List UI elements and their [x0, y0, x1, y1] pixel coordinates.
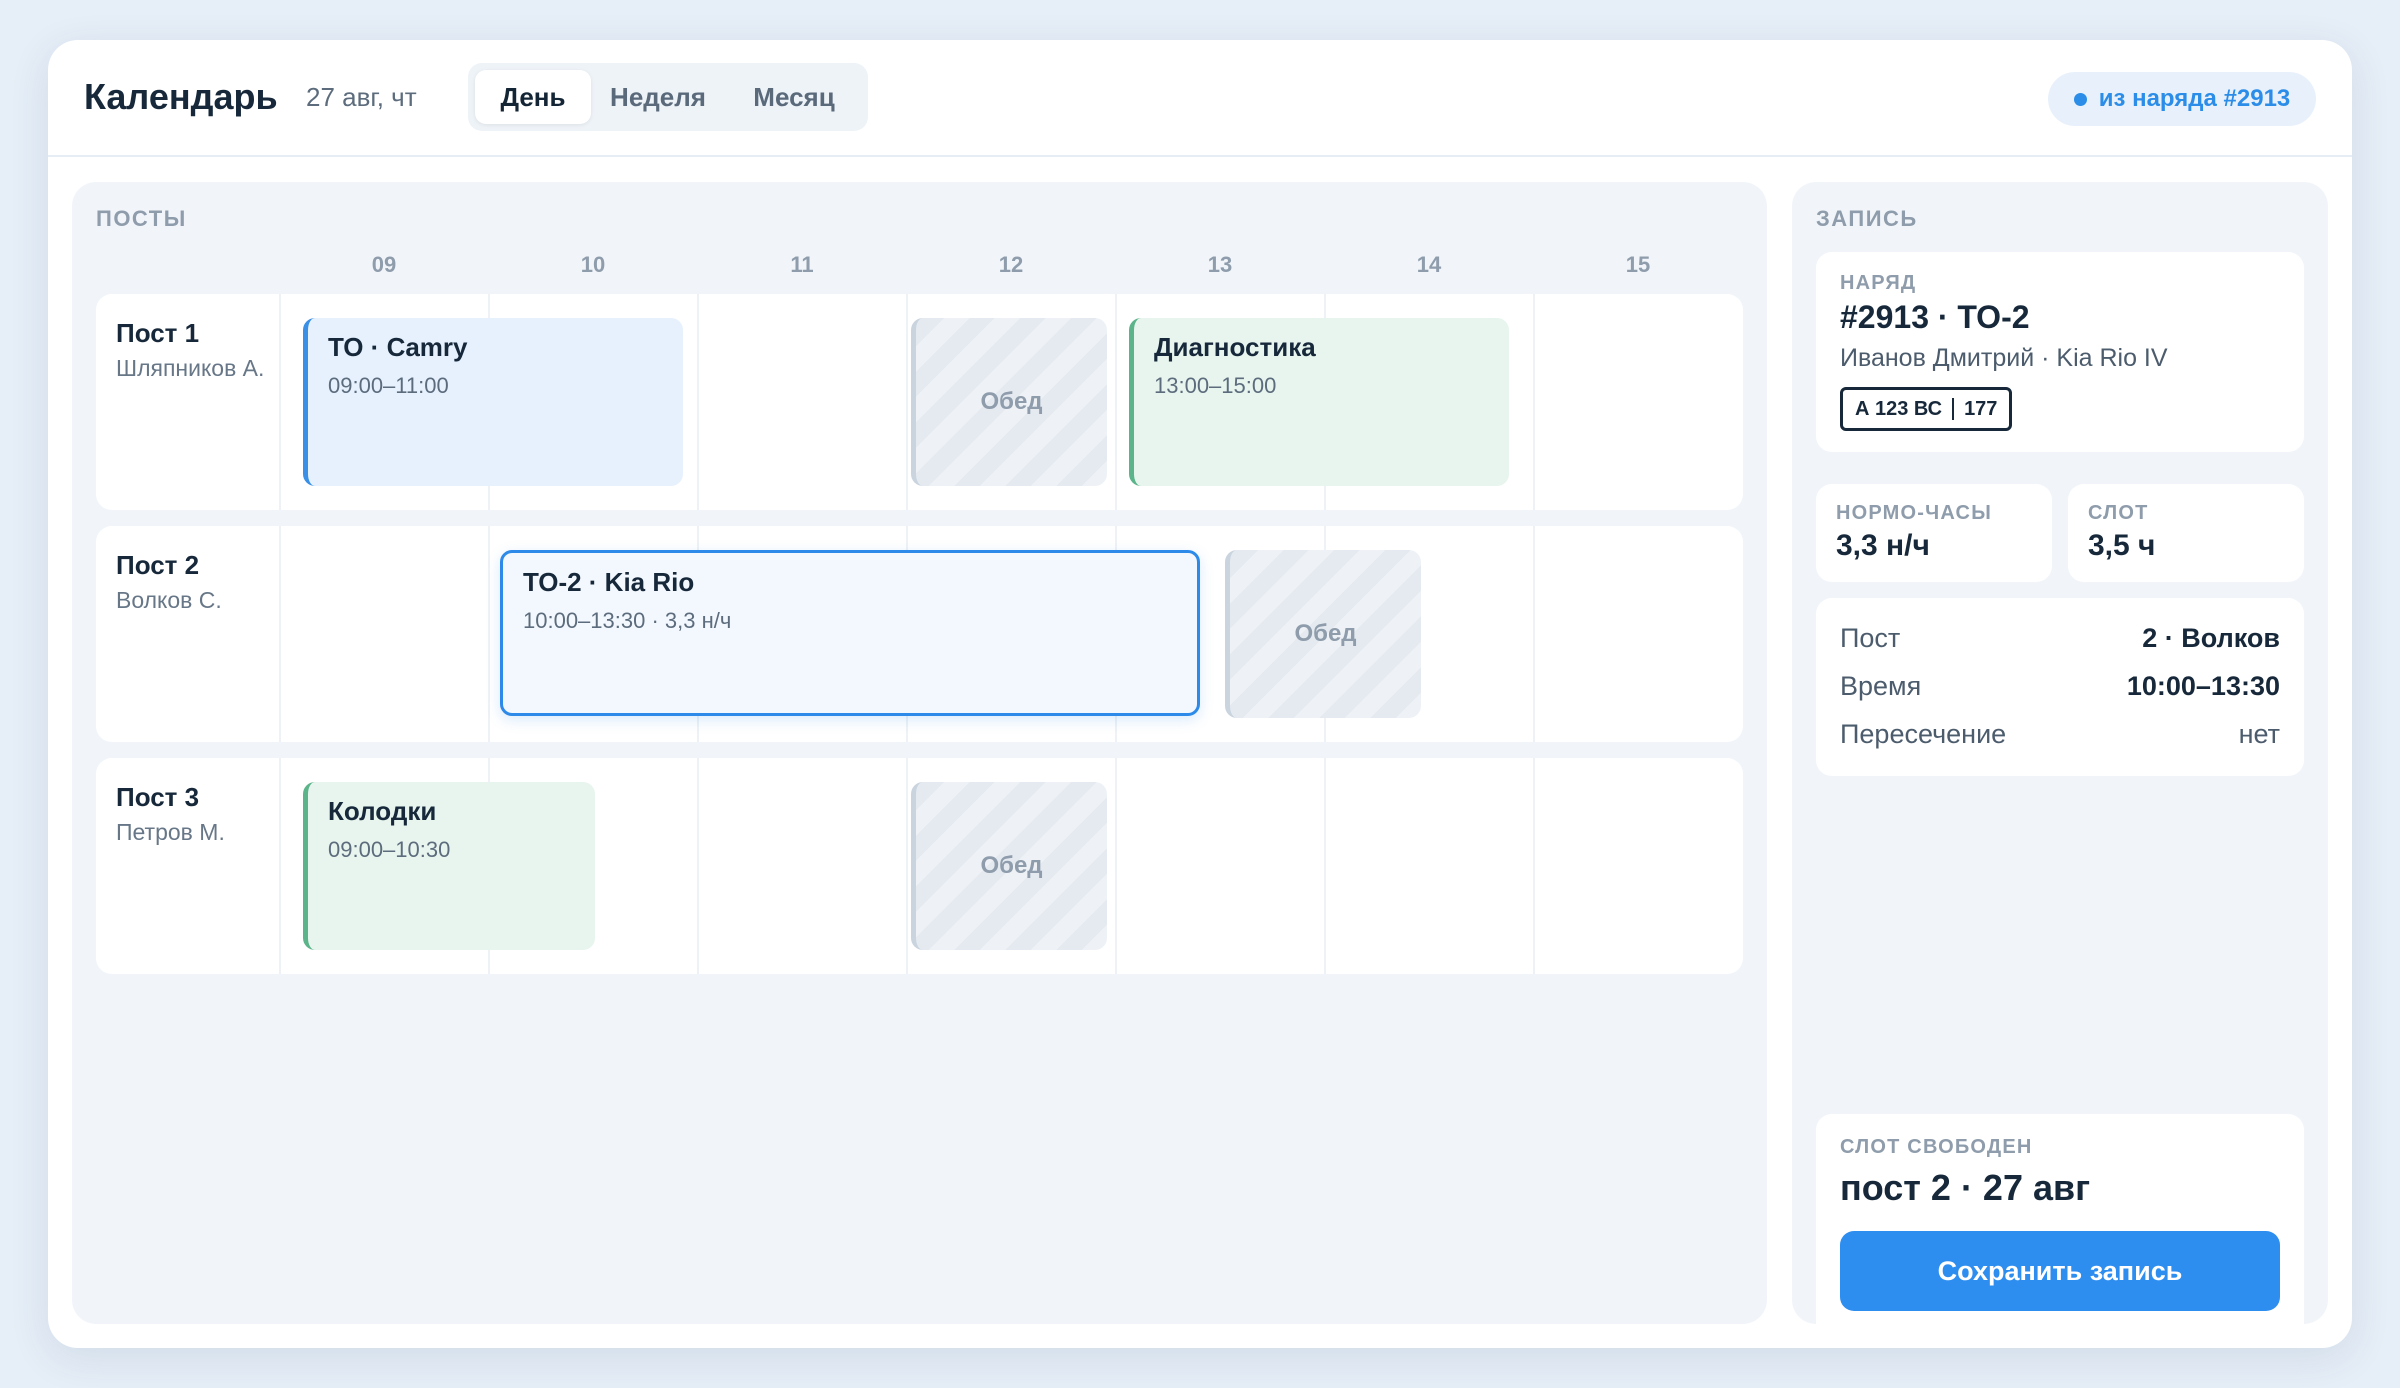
slot-status-title: пост 2 · 27 авг: [1840, 1167, 2091, 1208]
event-time: 09:00–11:00: [328, 373, 449, 398]
order-card: НАРЯД #2913 · ТО-2 Иванов Дмитрий · Kia …: [1816, 252, 2304, 452]
hour-label: 14: [1416, 252, 1442, 277]
lunch-block: Обед: [1225, 550, 1421, 718]
page-title: Календарь: [84, 76, 278, 117]
schedule-panel: ПОСТЫ 09 10 11 12 13 14 15 Пост 1 Шляпни…: [72, 182, 1767, 1324]
save-record-button[interactable]: Сохранить запись: [1840, 1231, 2280, 1311]
grid-line: [279, 526, 281, 742]
post-row-3: Пост 3 Петров М. Колодки 09:00–10:30 Обе…: [96, 758, 1743, 974]
top-bar: Календарь 27 авг, чт День Неделя Месяц и…: [48, 40, 2352, 157]
event-title: ТО-2 · Kia Rio: [523, 567, 695, 597]
details-card: Пост 2 · Волков Время 10:00–13:30 Пересе…: [1816, 598, 2304, 776]
norm-hours-label: НОРМО-ЧАСЫ: [1836, 502, 1992, 524]
grid-line: [279, 758, 281, 974]
hour-label: 10: [580, 252, 606, 277]
post-name: Пост 1: [116, 318, 200, 348]
slot-card: СЛОТ 3,5 ч: [2068, 484, 2304, 582]
plate-number: А 123 ВС: [1855, 397, 1943, 420]
plate-region: 177: [1964, 397, 1998, 420]
grid-line: [279, 294, 281, 510]
selected-event-card[interactable]: ТО-2 · Kia Rio 10:00–13:30 · 3,3 н/ч: [500, 550, 1200, 716]
tab-day[interactable]: День: [475, 70, 591, 124]
lunch-block: Обед: [911, 318, 1107, 486]
grid-line: [1115, 758, 1117, 974]
post-name: Пост 2: [116, 550, 200, 580]
event-time: 13:00–15:00: [1154, 373, 1277, 398]
event-card[interactable]: Диагностика 13:00–15:00: [1129, 318, 1509, 486]
grid-line: [1324, 758, 1326, 974]
license-plate: А 123 ВС 177: [1840, 387, 2013, 431]
order-chip-label: из наряда #2913: [2098, 85, 2291, 112]
detail-row-time: Время 10:00–13:30: [1840, 662, 2280, 710]
norm-hours-value: 3,3 н/ч: [1836, 529, 1930, 562]
lunch-block: Обед: [911, 782, 1107, 950]
order-title: #2913 · ТО-2: [1840, 299, 2030, 335]
post-technician: Шляпников А.: [116, 355, 265, 381]
post-technician: Волков С.: [116, 587, 222, 613]
calendar-window: Календарь 27 авг, чт День Неделя Месяц и…: [48, 40, 2352, 1348]
slot-status-label: СЛОТ СВОБОДЕН: [1840, 1136, 2033, 1158]
order-source-chip[interactable]: из наряда #2913: [2048, 72, 2316, 126]
grid-line: [906, 758, 908, 974]
hour-label: 13: [1207, 252, 1233, 277]
order-label: НАРЯД: [1840, 272, 1917, 294]
detail-row-overlap: Пересечение нет: [1840, 710, 2280, 758]
record-section-label: ЗАПИСЬ: [1816, 206, 1918, 231]
grid-line: [1533, 758, 1535, 974]
plate-divider: [1952, 398, 1955, 420]
grid-line: [906, 294, 908, 510]
slot-status-card: СЛОТ СВОБОДЕН пост 2 · 27 авг Сохранить …: [1816, 1114, 2304, 1340]
event-card[interactable]: Колодки 09:00–10:30: [303, 782, 595, 950]
current-date: 27 авг, чт: [306, 82, 417, 112]
event-title: ТО · Camry: [328, 332, 468, 362]
post-technician: Петров М.: [116, 819, 225, 845]
detail-key: Время: [1840, 670, 1922, 701]
order-client-vehicle: Иванов Дмитрий · Kia Rio IV: [1840, 344, 2168, 372]
record-panel: ЗАПИСЬ НАРЯД #2913 · ТО-2 Иванов Дмитрий…: [1792, 182, 2328, 1340]
hour-label: 15: [1625, 252, 1651, 277]
tab-month[interactable]: Месяц: [726, 70, 862, 124]
post-name: Пост 3: [116, 782, 200, 812]
norm-hours-card: НОРМО-ЧАСЫ 3,3 н/ч: [1816, 484, 2052, 582]
view-switcher: День Неделя Месяц: [468, 63, 868, 131]
slot-value: 3,5 ч: [2088, 529, 2156, 562]
post-row-1: Пост 1 Шляпников А. ТО · Camry 09:00–11:…: [96, 294, 1743, 510]
status-dot-icon: [2073, 92, 2087, 106]
grid-line: [488, 526, 490, 742]
detail-key: Пересечение: [1840, 718, 2007, 749]
event-time: 10:00–13:30 · 3,3 н/ч: [523, 608, 732, 633]
event-title: Диагностика: [1154, 332, 1316, 362]
hour-label: 09: [371, 252, 397, 277]
grid-line: [697, 294, 699, 510]
detail-value: нет: [2238, 718, 2280, 749]
posts-section-label: ПОСТЫ: [96, 206, 187, 231]
event-card[interactable]: ТО · Camry 09:00–11:00: [303, 318, 683, 486]
tab-week[interactable]: Неделя: [596, 70, 720, 124]
grid-line: [1115, 294, 1117, 510]
event-time: 09:00–10:30: [328, 837, 451, 862]
grid-line: [1533, 294, 1535, 510]
hour-label: 11: [790, 252, 814, 277]
grid-line: [697, 758, 699, 974]
detail-row-post: Пост 2 · Волков: [1840, 614, 2280, 662]
event-title: Колодки: [328, 796, 437, 826]
hour-label: 12: [998, 252, 1024, 277]
detail-key: Пост: [1840, 622, 1901, 653]
post-row-2: Пост 2 Волков С. ТО-2 · Kia Rio 10:00–13…: [96, 526, 1743, 742]
detail-value: 2 · Волков: [2142, 622, 2280, 653]
detail-value: 10:00–13:30: [2126, 670, 2280, 701]
slot-label: СЛОТ: [2088, 502, 2149, 524]
grid-line: [1533, 526, 1535, 742]
